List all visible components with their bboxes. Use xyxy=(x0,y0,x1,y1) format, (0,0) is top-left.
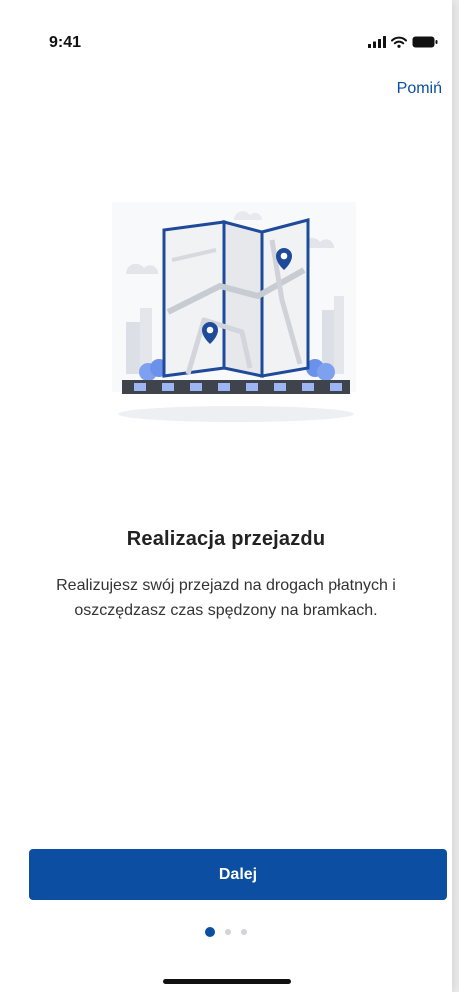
status-bar: 9:41 xyxy=(0,0,452,80)
signal-icon xyxy=(368,35,386,53)
status-icons xyxy=(368,35,438,53)
onboarding-description: Realizujesz swój przejazd na drogach pła… xyxy=(56,577,396,619)
wifi-icon xyxy=(391,35,407,53)
pagination-dots xyxy=(0,927,452,937)
map-illustration xyxy=(112,200,356,430)
next-button[interactable]: Dalej xyxy=(29,849,447,900)
onboarding-title: Realizacja przejazdu xyxy=(126,528,326,550)
pagination-dot xyxy=(225,929,231,935)
phone-screen: 9:41 Pomiń Realizacja przejazdu Realizuj… xyxy=(0,0,452,992)
map-with-pins-icon xyxy=(112,202,356,422)
battery-icon xyxy=(412,35,438,53)
skip-link[interactable]: Pomiń xyxy=(397,80,442,98)
home-indicator xyxy=(163,979,291,984)
status-time: 9:41 xyxy=(49,34,82,51)
pagination-dot-active xyxy=(205,927,215,937)
pagination-dot xyxy=(241,929,247,935)
